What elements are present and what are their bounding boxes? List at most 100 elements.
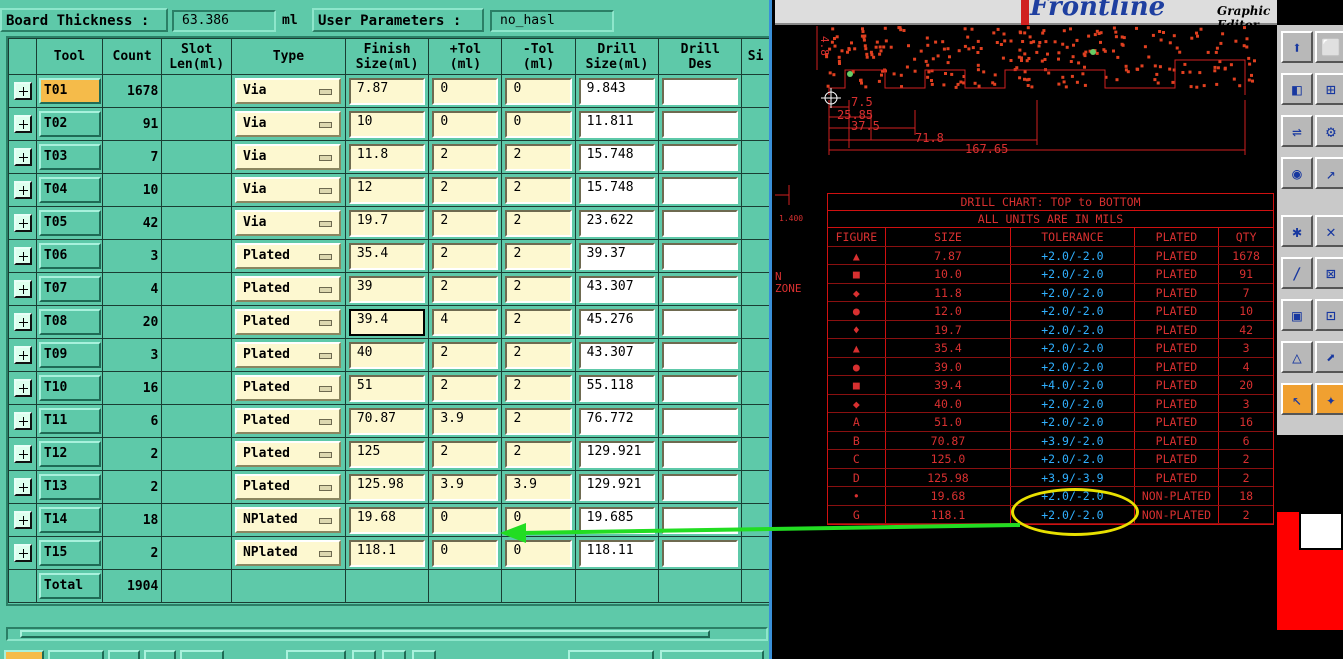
expand-icon[interactable] xyxy=(14,445,32,463)
expand-icon[interactable] xyxy=(14,148,32,166)
type-dropdown[interactable]: Plated xyxy=(234,243,341,269)
finish-size-input[interactable]: 70.87 xyxy=(348,407,426,435)
type-dropdown[interactable]: Plated xyxy=(234,309,341,335)
type-dropdown[interactable]: Plated xyxy=(234,441,341,467)
finish-size-input[interactable]: 19.68 xyxy=(348,506,426,534)
star-icon[interactable]: ✦ xyxy=(1315,383,1343,415)
bottom-button-11[interactable] xyxy=(660,650,764,659)
type-dropdown[interactable]: Plated xyxy=(234,342,341,368)
minus-tol-input[interactable]: 2 xyxy=(505,374,572,402)
drill-des-input[interactable] xyxy=(662,275,739,303)
finish-size-input[interactable]: 11.8 xyxy=(348,143,426,171)
tool-button[interactable]: T03 xyxy=(38,144,101,170)
tool-button[interactable]: T14 xyxy=(38,507,101,533)
bottom-button-3[interactable] xyxy=(108,650,140,659)
plus-tol-input[interactable]: 3.9 xyxy=(432,473,499,501)
plus-tol-input[interactable]: 0 xyxy=(432,110,499,138)
drill-size-input[interactable]: 15.748 xyxy=(578,176,656,204)
drill-des-input[interactable] xyxy=(662,308,739,336)
minus-tol-input[interactable]: 2 xyxy=(505,176,572,204)
minus-tol-input[interactable]: 2 xyxy=(505,440,572,468)
plus-tol-input[interactable]: 2 xyxy=(432,440,499,468)
finish-size-input[interactable]: 39.4 xyxy=(348,308,426,336)
drill-des-input[interactable] xyxy=(662,473,739,501)
minus-tol-input[interactable]: 2 xyxy=(505,308,572,336)
drill-des-input[interactable] xyxy=(662,143,739,171)
plus-tol-input[interactable]: 2 xyxy=(432,209,499,237)
bottom-button-9[interactable] xyxy=(412,650,436,659)
drill-size-input[interactable]: 19.685 xyxy=(578,506,656,534)
tool-button[interactable]: T15 xyxy=(38,540,101,566)
plus-tol-input[interactable]: 0 xyxy=(432,506,499,534)
finish-size-input[interactable]: 7.87 xyxy=(348,77,426,105)
minus-tol-input[interactable]: 3.9 xyxy=(505,473,572,501)
drill-des-input[interactable] xyxy=(662,539,739,567)
drill-size-input[interactable]: 129.921 xyxy=(578,473,656,501)
bottom-button-7[interactable] xyxy=(352,650,376,659)
scrollbar-thumb[interactable] xyxy=(20,630,710,638)
tool-button[interactable]: T09 xyxy=(38,342,101,368)
drill-des-input[interactable] xyxy=(662,110,739,138)
tool-button[interactable]: T07 xyxy=(38,276,101,302)
type-dropdown[interactable]: Via xyxy=(234,144,341,170)
drill-des-input[interactable] xyxy=(662,341,739,369)
drill-des-input[interactable] xyxy=(662,242,739,270)
finish-size-input[interactable]: 118.1 xyxy=(348,539,426,567)
finish-size-input[interactable]: 35.4 xyxy=(348,242,426,270)
type-dropdown[interactable]: Plated xyxy=(234,375,341,401)
expand-icon[interactable] xyxy=(14,247,32,265)
plus-tol-input[interactable]: 2 xyxy=(432,176,499,204)
type-dropdown[interactable]: Plated xyxy=(234,276,341,302)
expand-icon[interactable] xyxy=(14,181,32,199)
split-icon[interactable]: ◧ xyxy=(1281,73,1313,105)
minus-tol-input[interactable]: 2 xyxy=(505,209,572,237)
drill-size-input[interactable]: 118.11 xyxy=(578,539,656,567)
finish-size-input[interactable]: 40 xyxy=(348,341,426,369)
finish-size-input[interactable]: 10 xyxy=(348,110,426,138)
bottom-button-1[interactable] xyxy=(4,650,44,659)
bottom-button-4[interactable] xyxy=(144,650,176,659)
user-parameters-field[interactable]: no_hasl xyxy=(490,10,614,32)
finish-size-input[interactable]: 125.98 xyxy=(348,473,426,501)
minus-tol-input[interactable]: 2 xyxy=(505,143,572,171)
finish-size-input[interactable]: 51 xyxy=(348,374,426,402)
swap-icon[interactable]: ⇌ xyxy=(1281,115,1313,147)
type-dropdown[interactable]: NPlated xyxy=(234,507,341,533)
expand-icon[interactable] xyxy=(14,379,32,397)
expand-icon[interactable] xyxy=(14,346,32,364)
plus-tol-input[interactable]: 2 xyxy=(432,374,499,402)
minus-tol-input[interactable]: 2 xyxy=(505,341,572,369)
minus-tol-input[interactable]: 0 xyxy=(505,110,572,138)
type-dropdown[interactable]: NPlated xyxy=(234,540,341,566)
plus-tol-input[interactable]: 2 xyxy=(432,275,499,303)
tool-button[interactable]: T11 xyxy=(38,408,101,434)
minus-tol-input[interactable]: 2 xyxy=(505,407,572,435)
line-icon[interactable]: ∕ xyxy=(1281,257,1313,289)
expand-icon[interactable] xyxy=(14,313,32,331)
drill-des-input[interactable] xyxy=(662,77,739,105)
type-dropdown[interactable]: Via xyxy=(234,111,341,137)
tool-button[interactable]: T04 xyxy=(38,177,101,203)
board-thickness-field[interactable]: 63.386 xyxy=(172,10,276,32)
expand-icon[interactable] xyxy=(14,214,32,232)
plus-tol-input[interactable]: 4 xyxy=(432,308,499,336)
drill-size-input[interactable]: 45.276 xyxy=(578,308,656,336)
bottom-button-6[interactable] xyxy=(286,650,346,659)
bottom-button-10[interactable] xyxy=(568,650,654,659)
frame-icon[interactable]: ⬜ xyxy=(1315,31,1343,63)
drill-size-input[interactable]: 76.772 xyxy=(578,407,656,435)
draw-icon[interactable]: ↗ xyxy=(1315,157,1343,189)
tool-button[interactable]: T01 xyxy=(38,78,101,104)
tool-button[interactable]: T06 xyxy=(38,243,101,269)
plus-tol-input[interactable]: 0 xyxy=(432,77,499,105)
drill-des-input[interactable] xyxy=(662,506,739,534)
tool-button[interactable]: T05 xyxy=(38,210,101,236)
drill-size-input[interactable]: 129.921 xyxy=(578,440,656,468)
triangle-icon[interactable]: △ xyxy=(1281,341,1313,373)
tool-button[interactable]: T13 xyxy=(38,474,101,500)
drill-size-input[interactable]: 11.811 xyxy=(578,110,656,138)
expand-icon[interactable] xyxy=(14,511,32,529)
drill-size-input[interactable]: 39.37 xyxy=(578,242,656,270)
finish-size-input[interactable]: 12 xyxy=(348,176,426,204)
expand-icon[interactable] xyxy=(14,544,32,562)
